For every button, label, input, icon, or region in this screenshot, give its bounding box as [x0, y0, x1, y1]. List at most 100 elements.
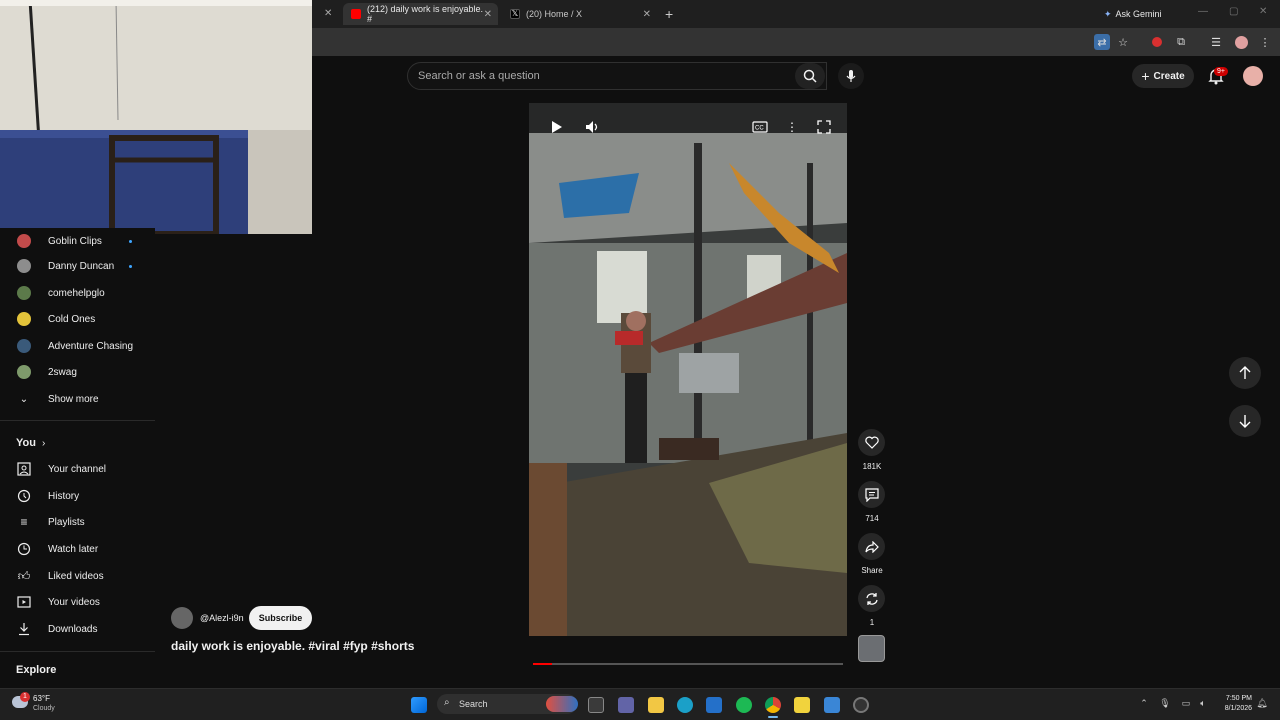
you-heading-label: You	[16, 437, 36, 449]
video-progress-fill	[533, 663, 552, 665]
channel-avatar	[16, 233, 32, 249]
sidebar-item-history[interactable]: History	[0, 483, 155, 509]
comment-icon	[864, 487, 879, 502]
like-button[interactable]	[858, 429, 885, 456]
playlists-icon: ≡	[20, 515, 28, 529]
chrome-icon[interactable]	[765, 697, 781, 713]
speaker-icon[interactable]: 🔈︎	[1197, 697, 1209, 709]
share-button[interactable]	[858, 533, 885, 560]
remix-button[interactable]	[858, 585, 885, 612]
store-icon[interactable]	[706, 697, 722, 713]
spotify-icon[interactable]	[736, 697, 752, 713]
history-icon	[16, 488, 32, 504]
sidebar-item-playlists[interactable]: ≡ Playlists	[0, 509, 155, 535]
sidebar-item-your-channel[interactable]: Your channel	[0, 456, 155, 482]
video-progress-bar[interactable]	[533, 663, 843, 665]
sidebar-item-label: History	[48, 490, 80, 502]
sidebar: Goblin Clips Danny Duncan comehelpglo Co…	[0, 228, 155, 688]
chevron-up-icon[interactable]: ⌃	[1138, 697, 1150, 709]
microphone-icon[interactable]: 🎙︎	[1159, 697, 1171, 709]
translate-icon[interactable]: ⇄	[1094, 34, 1110, 50]
tab-youtube-short[interactable]: (212) daily work is enjoyable. # ✕	[343, 3, 498, 25]
file-explorer-icon[interactable]	[648, 697, 664, 713]
next-short-button[interactable]	[1229, 405, 1261, 437]
sidebar-item-2swag[interactable]: 2swag	[0, 359, 155, 385]
sidebar-item-label: Downloads	[48, 623, 98, 635]
weather-alert-badge: 1	[20, 692, 30, 702]
x-favicon-icon: 𝕏	[510, 9, 520, 19]
channel-avatar	[16, 338, 32, 354]
bookmark-star-icon[interactable]: ☆	[1115, 34, 1131, 50]
sidebar-item-downloads[interactable]: Downloads	[0, 616, 155, 642]
notes-app-icon[interactable]	[794, 697, 810, 713]
captions-icon[interactable]: CC	[751, 118, 769, 136]
close-tab-icon[interactable]: ✕	[484, 9, 492, 20]
more-options-icon[interactable]: ⋮	[783, 118, 801, 136]
voice-search-button[interactable]	[838, 63, 864, 89]
show-more-button[interactable]: ⌄ Show more	[0, 386, 155, 412]
profile-avatar-icon[interactable]	[1233, 34, 1249, 50]
play-icon[interactable]	[547, 118, 565, 136]
windows-taskbar	[0, 688, 1280, 720]
taskbar-clock[interactable]: 7:50 PM 8/1/2026	[1212, 694, 1252, 714]
extensions-icon[interactable]: ⧉	[1173, 34, 1189, 50]
channel-avatar	[16, 258, 32, 274]
explore-heading: Explore	[16, 664, 57, 676]
close-tab-icon[interactable]: ✕	[643, 9, 651, 20]
video-title[interactable]: daily work is enjoyable. #viral #fyp #sh…	[171, 639, 414, 653]
sidebar-item-label: Danny Duncan	[48, 260, 115, 272]
photos-app-icon[interactable]	[824, 697, 840, 713]
volume-icon[interactable]	[584, 118, 602, 136]
audio-thumbnail[interactable]	[858, 635, 885, 662]
divider	[0, 651, 155, 652]
sidebar-item-watch-later[interactable]: Watch later	[0, 536, 155, 562]
sidebar-item-label: Your videos	[48, 596, 100, 608]
close-icon[interactable]: ✕	[324, 8, 332, 19]
extension-red-icon[interactable]	[1149, 34, 1165, 50]
search-input[interactable]: Search or ask a question	[407, 62, 827, 90]
sidebar-item-cold-ones[interactable]: Cold Ones	[0, 306, 155, 332]
notification-bell-icon[interactable]: 🔔︎	[1256, 697, 1268, 709]
sidebar-item-goblin-clips[interactable]: Goblin Clips	[0, 228, 155, 254]
sidebar-item-danny-duncan[interactable]: Danny Duncan	[0, 253, 155, 279]
youtube-favicon-icon	[351, 9, 361, 19]
sidebar-item-liked-videos[interactable]: 👍︎ Liked videos	[0, 563, 155, 589]
search-button[interactable]	[795, 63, 825, 89]
channel-avatar[interactable]	[171, 607, 193, 629]
short-video-player[interactable]	[529, 103, 847, 636]
teams-icon[interactable]	[618, 697, 634, 713]
minimize-icon[interactable]: —	[1198, 6, 1208, 17]
channel-handle[interactable]: @Alezl-i9n	[200, 613, 244, 623]
menu-kebab-icon[interactable]: ⋮	[1257, 34, 1273, 50]
sidebar-item-your-videos[interactable]: Your videos	[0, 589, 155, 615]
ask-gemini-button[interactable]: ✦ Ask Gemini	[1104, 6, 1162, 22]
ask-gemini-label: Ask Gemini	[1115, 9, 1162, 19]
sidebar-item-adventure-chasing[interactable]: Adventure Chasing	[0, 333, 155, 359]
task-view-icon[interactable]	[588, 697, 604, 713]
close-window-icon[interactable]: ✕	[1259, 6, 1267, 17]
channel-icon	[16, 461, 32, 477]
windows-start-icon[interactable]	[411, 697, 427, 713]
previous-short-button[interactable]	[1229, 357, 1261, 389]
your-videos-icon	[16, 594, 32, 610]
media-controls-icon[interactable]: ☰	[1208, 34, 1224, 50]
subscribe-button[interactable]: Subscribe	[249, 606, 312, 630]
weather-temperature[interactable]: 63°F	[33, 694, 50, 703]
restore-icon[interactable]: ▢	[1229, 6, 1238, 17]
tab-x-home[interactable]: 𝕏 (20) Home / X ✕	[502, 3, 657, 25]
tab-title: (20) Home / X	[526, 9, 583, 19]
search-icon: ⌕	[444, 697, 450, 708]
arrow-down-icon	[1239, 415, 1251, 428]
comments-button[interactable]	[858, 481, 885, 508]
account-avatar[interactable]	[1243, 66, 1263, 86]
new-tab-button[interactable]: +	[665, 6, 673, 22]
recording-app-icon[interactable]	[853, 697, 869, 713]
create-button[interactable]: + Create	[1132, 64, 1194, 88]
sidebar-item-comehelpglo[interactable]: comehelpglo	[0, 280, 155, 306]
you-heading[interactable]: You ›	[0, 430, 155, 456]
fullscreen-icon[interactable]	[815, 118, 833, 136]
webcam-image	[0, 0, 312, 234]
edge-icon[interactable]	[677, 697, 693, 713]
display-icon[interactable]: ▭	[1180, 697, 1192, 709]
tab-title: (212) daily work is enjoyable. #	[366, 4, 484, 24]
